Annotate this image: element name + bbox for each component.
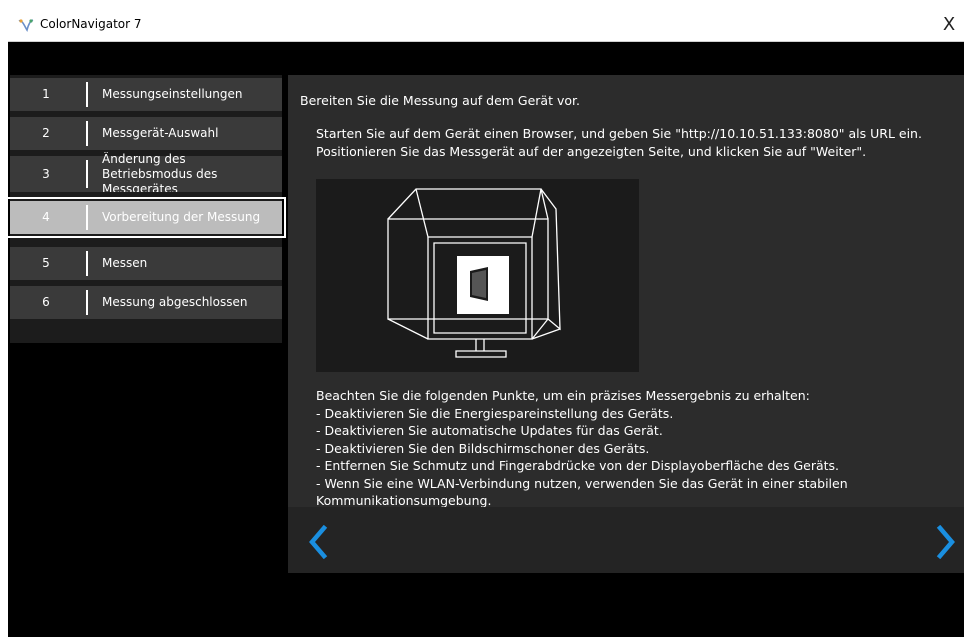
step-label: Änderung des Betriebsmodus des Messgerät… — [102, 152, 218, 192]
step-5[interactable]: 5 Messen — [10, 247, 282, 280]
monitor-illustration — [316, 179, 639, 372]
next-button[interactable] — [934, 524, 958, 560]
step-number: 2 — [42, 126, 50, 140]
colornavigator-logo-icon — [18, 19, 34, 32]
note-item: - Deaktivieren Sie automatische Updates … — [316, 423, 663, 438]
step-divider — [86, 160, 88, 188]
title-bar: ColorNavigator 7 X — [8, 8, 964, 42]
step-label: Messungseinstellungen — [102, 87, 243, 101]
step-4-active[interactable]: 4 Vorbereitung der Messung — [6, 197, 286, 238]
step-3[interactable]: 3 Änderung des Betriebsmodus des Messger… — [10, 152, 282, 192]
monitor-with-sensor-image — [387, 188, 561, 358]
step-number: 3 — [42, 167, 50, 181]
navigation-bar — [288, 507, 964, 573]
notes-intro: Beachten Sie die folgenden Punkte, um ei… — [316, 388, 810, 403]
close-icon: X — [942, 14, 956, 35]
step-number: 4 — [42, 210, 50, 224]
back-button[interactable] — [306, 524, 330, 560]
step-divider — [86, 290, 88, 315]
close-button[interactable]: X — [934, 8, 964, 41]
step-divider — [86, 82, 88, 107]
note-item: - Wenn Sie eine WLAN-Verbindung nutzen, … — [316, 475, 848, 491]
step-number: 1 — [42, 87, 50, 101]
step-divider — [86, 251, 88, 276]
instruction-line: Starten Sie auf dem Gerät einen Browser,… — [316, 126, 922, 141]
step-divider — [86, 121, 88, 146]
chevron-right-icon — [936, 524, 955, 560]
step-6[interactable]: 6 Messung abgeschlossen — [10, 286, 282, 319]
instruction-line: Positionieren Sie das Messgerät auf der … — [316, 144, 867, 159]
step-divider — [86, 205, 88, 230]
step-number: 6 — [42, 295, 50, 309]
note-item: - Entfernen Sie Schmutz und Fingerabdrüc… — [316, 458, 840, 473]
chevron-left-icon — [309, 524, 328, 560]
step-sidebar: 1 Messungseinstellungen 2 Messgerät-Ausw… — [6, 75, 286, 343]
window-title: ColorNavigator 7 — [40, 17, 142, 31]
note-item: - Deaktivieren Sie den Bildschirmschoner… — [316, 440, 650, 456]
notes-list: Beachten Sie die folgenden Punkte, um ei… — [316, 387, 956, 510]
step-number: 5 — [42, 256, 50, 270]
page-heading: Bereiten Sie die Messung auf dem Gerät v… — [300, 93, 580, 108]
step-2[interactable]: 2 Messgerät-Auswahl — [10, 117, 282, 150]
step-label: Messen — [102, 256, 148, 270]
step-label: Messung abgeschlossen — [102, 295, 248, 309]
app-window: ColorNavigator 7 X 1 Messungseinstellung… — [0, 0, 964, 637]
step-label: Vorbereitung der Messung — [102, 210, 261, 224]
note-item: - Deaktivieren Sie die Energiespareinste… — [316, 405, 674, 421]
step-label: Messgerät-Auswahl — [102, 126, 219, 140]
content-panel: Bereiten Sie die Messung auf dem Gerät v… — [288, 75, 964, 573]
step-1[interactable]: 1 Messungseinstellungen — [10, 78, 282, 111]
client-area: 1 Messungseinstellungen 2 Messgerät-Ausw… — [6, 42, 964, 637]
instructions: Starten Sie auf dem Gerät einen Browser,… — [316, 125, 956, 161]
